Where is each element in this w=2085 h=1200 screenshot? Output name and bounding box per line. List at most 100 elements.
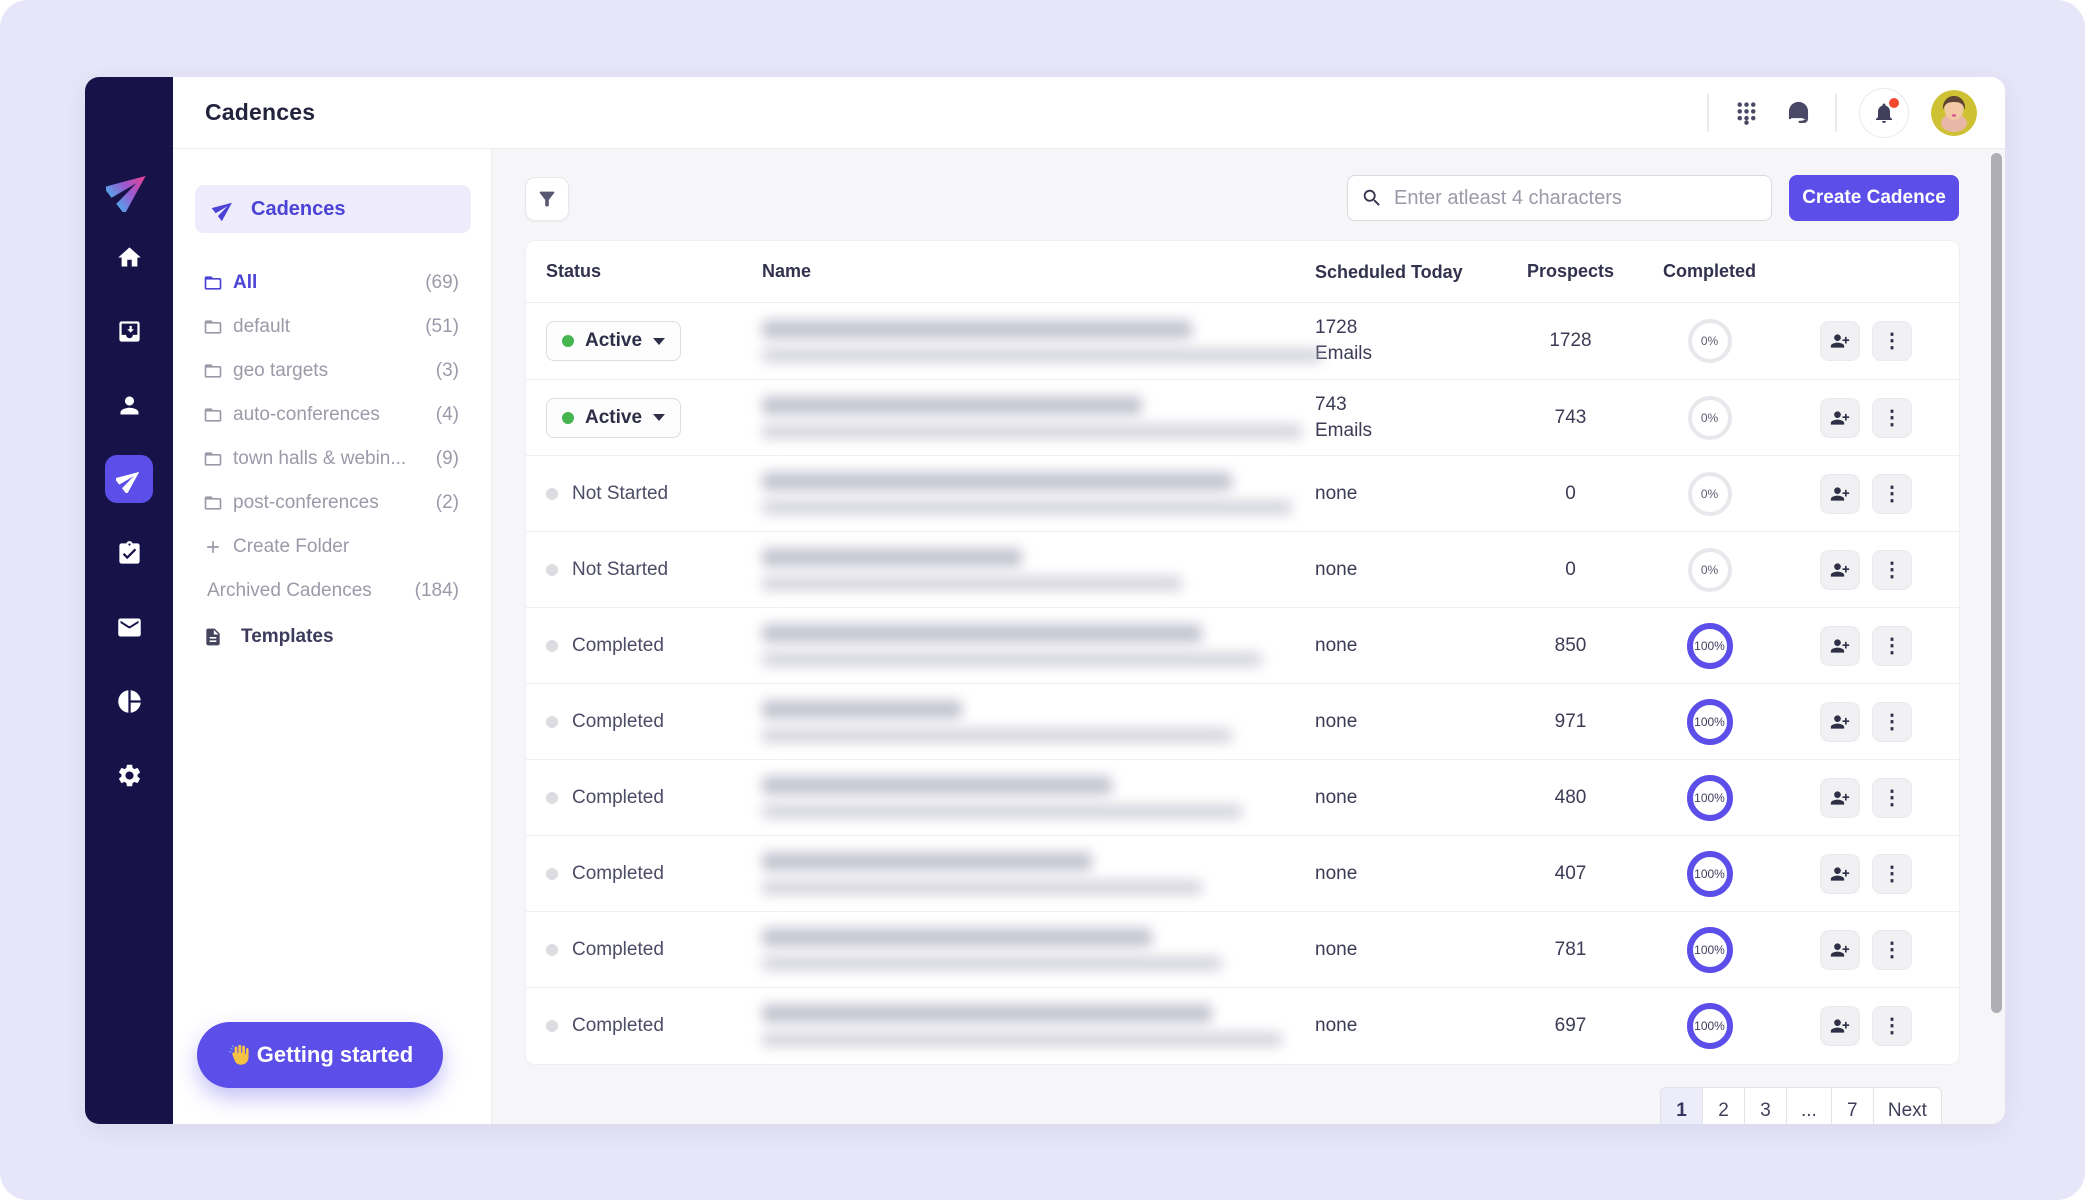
- status-dot: [546, 868, 558, 880]
- add-prospects-button[interactable]: [1820, 1006, 1860, 1046]
- status-dropdown[interactable]: Active: [546, 398, 681, 438]
- folder-item-geo-targets[interactable]: geo targets(3): [173, 349, 491, 393]
- folder-item-all[interactable]: All(69): [173, 261, 491, 305]
- table-row[interactable]: Not Startednone00%⋮: [526, 531, 1959, 607]
- row-menu-button[interactable]: ⋮: [1872, 702, 1912, 742]
- tasks-icon: [116, 540, 143, 567]
- cadence-name-redacted: [742, 548, 1290, 591]
- table-row[interactable]: Completednone480100%⋮: [526, 759, 1959, 835]
- status-label: Completed: [546, 635, 664, 657]
- rail-item-tasks[interactable]: [105, 529, 153, 577]
- support-headset-icon[interactable]: [1783, 98, 1813, 128]
- sidebar-item-cadences[interactable]: Cadences: [195, 185, 471, 233]
- add-prospects-button[interactable]: [1820, 550, 1860, 590]
- status-dropdown[interactable]: Active: [546, 321, 681, 361]
- filter-button[interactable]: [525, 177, 569, 221]
- folder-item-town-halls-webin-[interactable]: town halls & webin...(9): [173, 437, 491, 481]
- column-completed: Completed: [1643, 261, 1776, 282]
- table-row[interactable]: Completednone407100%⋮: [526, 835, 1959, 911]
- page-button-7[interactable]: 7: [1831, 1087, 1874, 1124]
- column-name: Name: [742, 261, 1290, 282]
- rail-item-settings[interactable]: [105, 751, 153, 799]
- prospects-value: 781: [1498, 939, 1643, 961]
- row-menu-button[interactable]: ⋮: [1872, 321, 1912, 361]
- create-folder-label: Create Folder: [233, 536, 459, 558]
- row-menu-button[interactable]: ⋮: [1872, 930, 1912, 970]
- prospects-value: 0: [1498, 559, 1643, 581]
- main-content: Create Cadence Status Name Scheduled Tod…: [492, 149, 2005, 1124]
- table-row[interactable]: Active1728Emails17280%⋮: [526, 303, 1959, 379]
- add-prospects-button[interactable]: [1820, 321, 1860, 361]
- inbox-icon: [116, 318, 143, 345]
- rail-item-emails[interactable]: [105, 603, 153, 651]
- add-prospects-button[interactable]: [1820, 626, 1860, 666]
- row-menu-button[interactable]: ⋮: [1872, 854, 1912, 894]
- table-row[interactable]: Completednone781100%⋮: [526, 911, 1959, 987]
- page-button-next[interactable]: Next: [1873, 1087, 1942, 1124]
- app-logo[interactable]: [105, 165, 153, 213]
- page-button-...[interactable]: ...: [1786, 1087, 1832, 1124]
- folder-count: (51): [425, 316, 459, 338]
- add-prospects-button[interactable]: [1820, 778, 1860, 818]
- status-label: Not Started: [546, 483, 668, 505]
- getting-started-label: Getting started: [257, 1042, 413, 1068]
- sidebar-item-templates[interactable]: Templates: [173, 615, 491, 659]
- add-prospects-button[interactable]: [1820, 930, 1860, 970]
- scheduled-value: none: [1315, 709, 1498, 735]
- prospects-value: 0: [1498, 483, 1643, 505]
- status-label: Completed: [546, 1015, 664, 1037]
- vertical-scrollbar[interactable]: [1991, 153, 2002, 1013]
- add-prospects-button[interactable]: [1820, 474, 1860, 514]
- folder-label: geo targets: [233, 360, 436, 382]
- row-menu-button[interactable]: ⋮: [1872, 550, 1912, 590]
- folder-label: All: [233, 272, 425, 294]
- archived-cadences-item[interactable]: Archived Cadences(184): [173, 569, 491, 613]
- add-prospects-button[interactable]: [1820, 854, 1860, 894]
- status-dot: [546, 792, 558, 804]
- table-row[interactable]: Not Startednone00%⋮: [526, 455, 1959, 531]
- getting-started-button[interactable]: Getting started: [197, 1022, 443, 1088]
- create-folder-button[interactable]: Create Folder: [173, 525, 491, 569]
- create-cadence-button[interactable]: Create Cadence: [1789, 175, 1959, 221]
- user-avatar[interactable]: [1931, 90, 1977, 136]
- page-button-3[interactable]: 3: [1744, 1087, 1787, 1124]
- cadence-name-redacted: [742, 624, 1290, 667]
- folder-item-default[interactable]: default(51): [173, 305, 491, 349]
- settings-icon: [116, 762, 143, 789]
- folder-item-auto-conferences[interactable]: auto-conferences(4): [173, 393, 491, 437]
- plus-icon: [203, 537, 223, 557]
- table-row[interactable]: Active743Emails7430%⋮: [526, 379, 1959, 455]
- folder-item-post-conferences[interactable]: post-conferences(2): [173, 481, 491, 525]
- row-menu-button[interactable]: ⋮: [1872, 474, 1912, 514]
- table-row[interactable]: Completednone971100%⋮: [526, 683, 1959, 759]
- status-label: Completed: [546, 711, 664, 733]
- table-row[interactable]: Completednone850100%⋮: [526, 607, 1959, 683]
- row-menu-button[interactable]: ⋮: [1872, 778, 1912, 818]
- kebab-icon: ⋮: [1882, 940, 1902, 960]
- notifications-button[interactable]: [1859, 88, 1909, 138]
- kebab-icon: ⋮: [1882, 560, 1902, 580]
- rail-item-inbox[interactable]: [105, 307, 153, 355]
- add-prospects-button[interactable]: [1820, 398, 1860, 438]
- status-label: Active: [585, 330, 642, 352]
- row-menu-button[interactable]: ⋮: [1872, 398, 1912, 438]
- rail-item-contacts[interactable]: [105, 381, 153, 429]
- table-row[interactable]: Completednone697100%⋮: [526, 987, 1959, 1063]
- search-input[interactable]: [1347, 175, 1772, 221]
- status-dot: [562, 412, 574, 424]
- row-menu-button[interactable]: ⋮: [1872, 626, 1912, 666]
- rail-item-cadences[interactable]: [105, 455, 153, 503]
- kebab-icon: ⋮: [1882, 331, 1902, 351]
- person-add-icon: [1830, 636, 1850, 656]
- scheduled-value: none: [1315, 481, 1498, 507]
- scheduled-value: Emails: [1315, 418, 1498, 444]
- rail-item-reports[interactable]: [105, 677, 153, 725]
- completed-progress-ring: 100%: [1687, 699, 1733, 745]
- table-header: Status Name Scheduled Today Prospects Co…: [526, 241, 1959, 303]
- page-button-1[interactable]: 1: [1660, 1087, 1703, 1124]
- rail-item-home[interactable]: [105, 233, 153, 281]
- page-button-2[interactable]: 2: [1702, 1087, 1745, 1124]
- add-prospects-button[interactable]: [1820, 702, 1860, 742]
- dialpad-icon[interactable]: [1731, 98, 1761, 128]
- row-menu-button[interactable]: ⋮: [1872, 1006, 1912, 1046]
